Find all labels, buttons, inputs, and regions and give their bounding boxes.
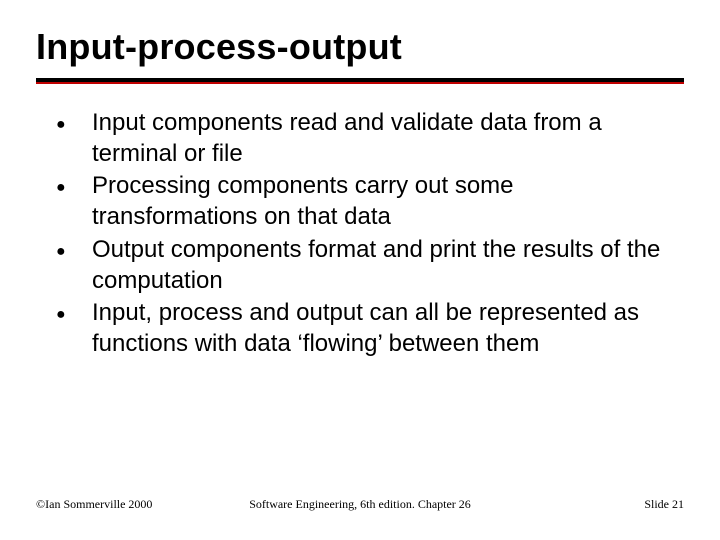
slide-footer: ©Ian Sommerville 2000 Software Engineeri… (0, 497, 720, 512)
bullet-list: ● Input components read and validate dat… (56, 108, 672, 360)
bullet-icon: ● (56, 242, 92, 262)
bullet-text: Output components format and print the r… (92, 235, 672, 296)
slide-body: ● Input components read and validate dat… (36, 84, 684, 360)
bullet-icon: ● (56, 178, 92, 198)
bullet-icon: ● (56, 305, 92, 325)
bullet-text: Processing components carry out some tra… (92, 171, 672, 232)
list-item: ● Input, process and output can all be r… (56, 298, 672, 359)
list-item: ● Output components format and print the… (56, 235, 672, 296)
footer-right: Slide 21 (493, 497, 684, 512)
bullet-icon: ● (56, 115, 92, 135)
slide: Input-process-output ● Input components … (0, 0, 720, 540)
list-item: ● Processing components carry out some t… (56, 171, 672, 232)
list-item: ● Input components read and validate dat… (56, 108, 672, 169)
footer-left: ©Ian Sommerville 2000 (36, 497, 227, 512)
bullet-text: Input components read and validate data … (92, 108, 672, 169)
slide-title: Input-process-output (36, 26, 684, 68)
footer-center: Software Engineering, 6th edition. Chapt… (227, 497, 494, 512)
bullet-text: Input, process and output can all be rep… (92, 298, 672, 359)
